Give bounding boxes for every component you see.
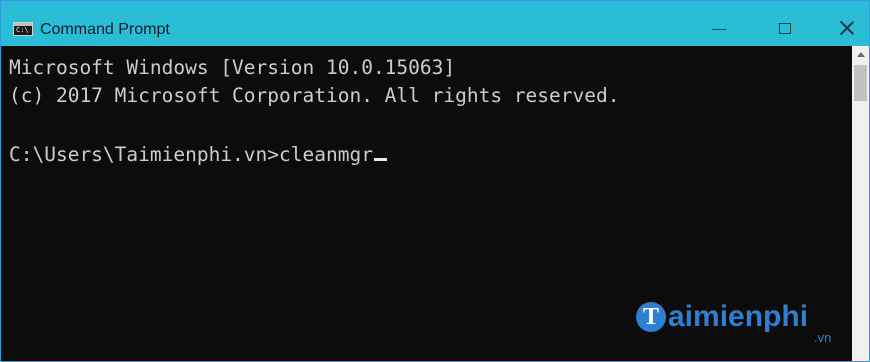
title-bar[interactable]: C:\ Command Prompt — [1, 1, 869, 46]
close-button[interactable] — [827, 13, 867, 43]
scrollbar-thumb[interactable] — [854, 65, 867, 101]
command-line[interactable]: C:\Users\Taimienphi.vn>cleanmgr — [9, 143, 387, 167]
maximize-button[interactable] — [765, 13, 805, 43]
console-line: (c) 2017 Microsoft Corporation. All righ… — [9, 84, 620, 107]
vertical-scrollbar[interactable] — [852, 46, 869, 361]
scroll-up-arrow-icon[interactable] — [852, 46, 869, 63]
command-text: C:\Users\Taimienphi.vn>cleanmgr — [9, 143, 373, 166]
minimize-icon — [712, 28, 726, 30]
watermark-logo-icon: T — [636, 302, 666, 332]
text-cursor — [373, 158, 387, 161]
minimize-button[interactable] — [699, 13, 739, 43]
app-icon-label: C:\ — [16, 26, 29, 34]
command-prompt-icon[interactable]: C:\ — [13, 22, 33, 36]
taimienphi-watermark: T aimienphi — [636, 297, 808, 337]
console-line: Microsoft Windows [Version 10.0.15063] — [9, 56, 456, 79]
window-title: Command Prompt — [40, 21, 170, 38]
watermark-text: aimienphi — [668, 300, 809, 333]
close-icon — [840, 21, 854, 35]
maximize-icon — [779, 22, 791, 34]
watermark-suffix: .vn — [814, 330, 832, 345]
